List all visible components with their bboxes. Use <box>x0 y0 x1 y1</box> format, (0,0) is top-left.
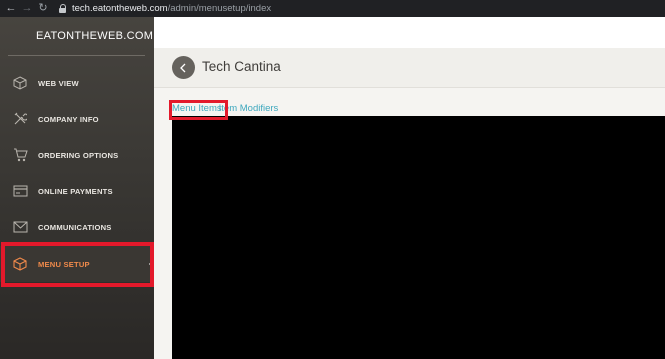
box-icon <box>12 257 28 271</box>
sidebar-item-ordering-options[interactable]: ORDERING OPTIONS <box>0 137 154 173</box>
sidebar-item-label: MENU SETUP <box>38 259 90 269</box>
sidebar-item-communications[interactable]: COMMUNICATIONS <box>0 209 154 245</box>
cube-icon <box>12 76 28 90</box>
tab-menu-items[interactable]: Menu Items <box>172 103 222 114</box>
sidebar-item-label: ORDERING OPTIONS <box>38 150 119 160</box>
divider <box>8 55 145 56</box>
url-path: /admin/menusetup/index <box>167 3 272 14</box>
sidebar: EATONTHEWEB.COM WEB VIEW COMPANY INFO OR… <box>0 17 154 359</box>
forward-arrow-icon[interactable]: → <box>19 0 35 17</box>
sidebar-item-company-info[interactable]: COMPANY INFO <box>0 101 154 137</box>
chevron-left-icon <box>180 63 186 72</box>
reload-icon[interactable]: ↻ <box>35 0 51 17</box>
sidebar-item-online-payments[interactable]: ONLINE PAYMENTS <box>0 173 154 209</box>
url-host: tech.eatontheweb.com <box>72 3 168 14</box>
page-header: Tech Cantina <box>154 48 665 88</box>
brand-logo[interactable]: EATONTHEWEB.COM <box>36 30 153 42</box>
content-panel <box>172 116 665 359</box>
tab-item-modifiers[interactable]: Item Modifiers <box>219 103 279 114</box>
tab-bar: Menu ItemsItem Modifiers <box>172 103 278 114</box>
sidebar-item-menu-setup[interactable]: MENU SETUP <box>0 246 154 282</box>
lock-icon[interactable] <box>59 4 67 13</box>
sidebar-item-label: COMPANY INFO <box>38 114 99 124</box>
back-arrow-icon[interactable]: ← <box>3 0 19 17</box>
cart-icon <box>12 148 28 162</box>
sidebar-item-label: WEB VIEW <box>38 78 79 88</box>
sidebar-item-label: ONLINE PAYMENTS <box>38 186 113 196</box>
sidebar-item-label: COMMUNICATIONS <box>38 222 112 232</box>
back-button[interactable] <box>172 56 195 79</box>
page-title: Tech Cantina <box>202 59 281 74</box>
address-bar[interactable]: tech.eatontheweb.com/admin/menusetup/ind… <box>72 3 271 14</box>
envelope-icon <box>12 220 28 234</box>
card-icon <box>12 184 28 198</box>
top-strip <box>154 17 665 48</box>
main-content: Tech Cantina Menu ItemsItem Modifiers <box>154 17 665 359</box>
tools-icon <box>12 112 28 126</box>
sidebar-item-web-view[interactable]: WEB VIEW <box>0 65 154 101</box>
browser-toolbar: ← → ↻ tech.eatontheweb.com/admin/menuset… <box>0 0 665 17</box>
